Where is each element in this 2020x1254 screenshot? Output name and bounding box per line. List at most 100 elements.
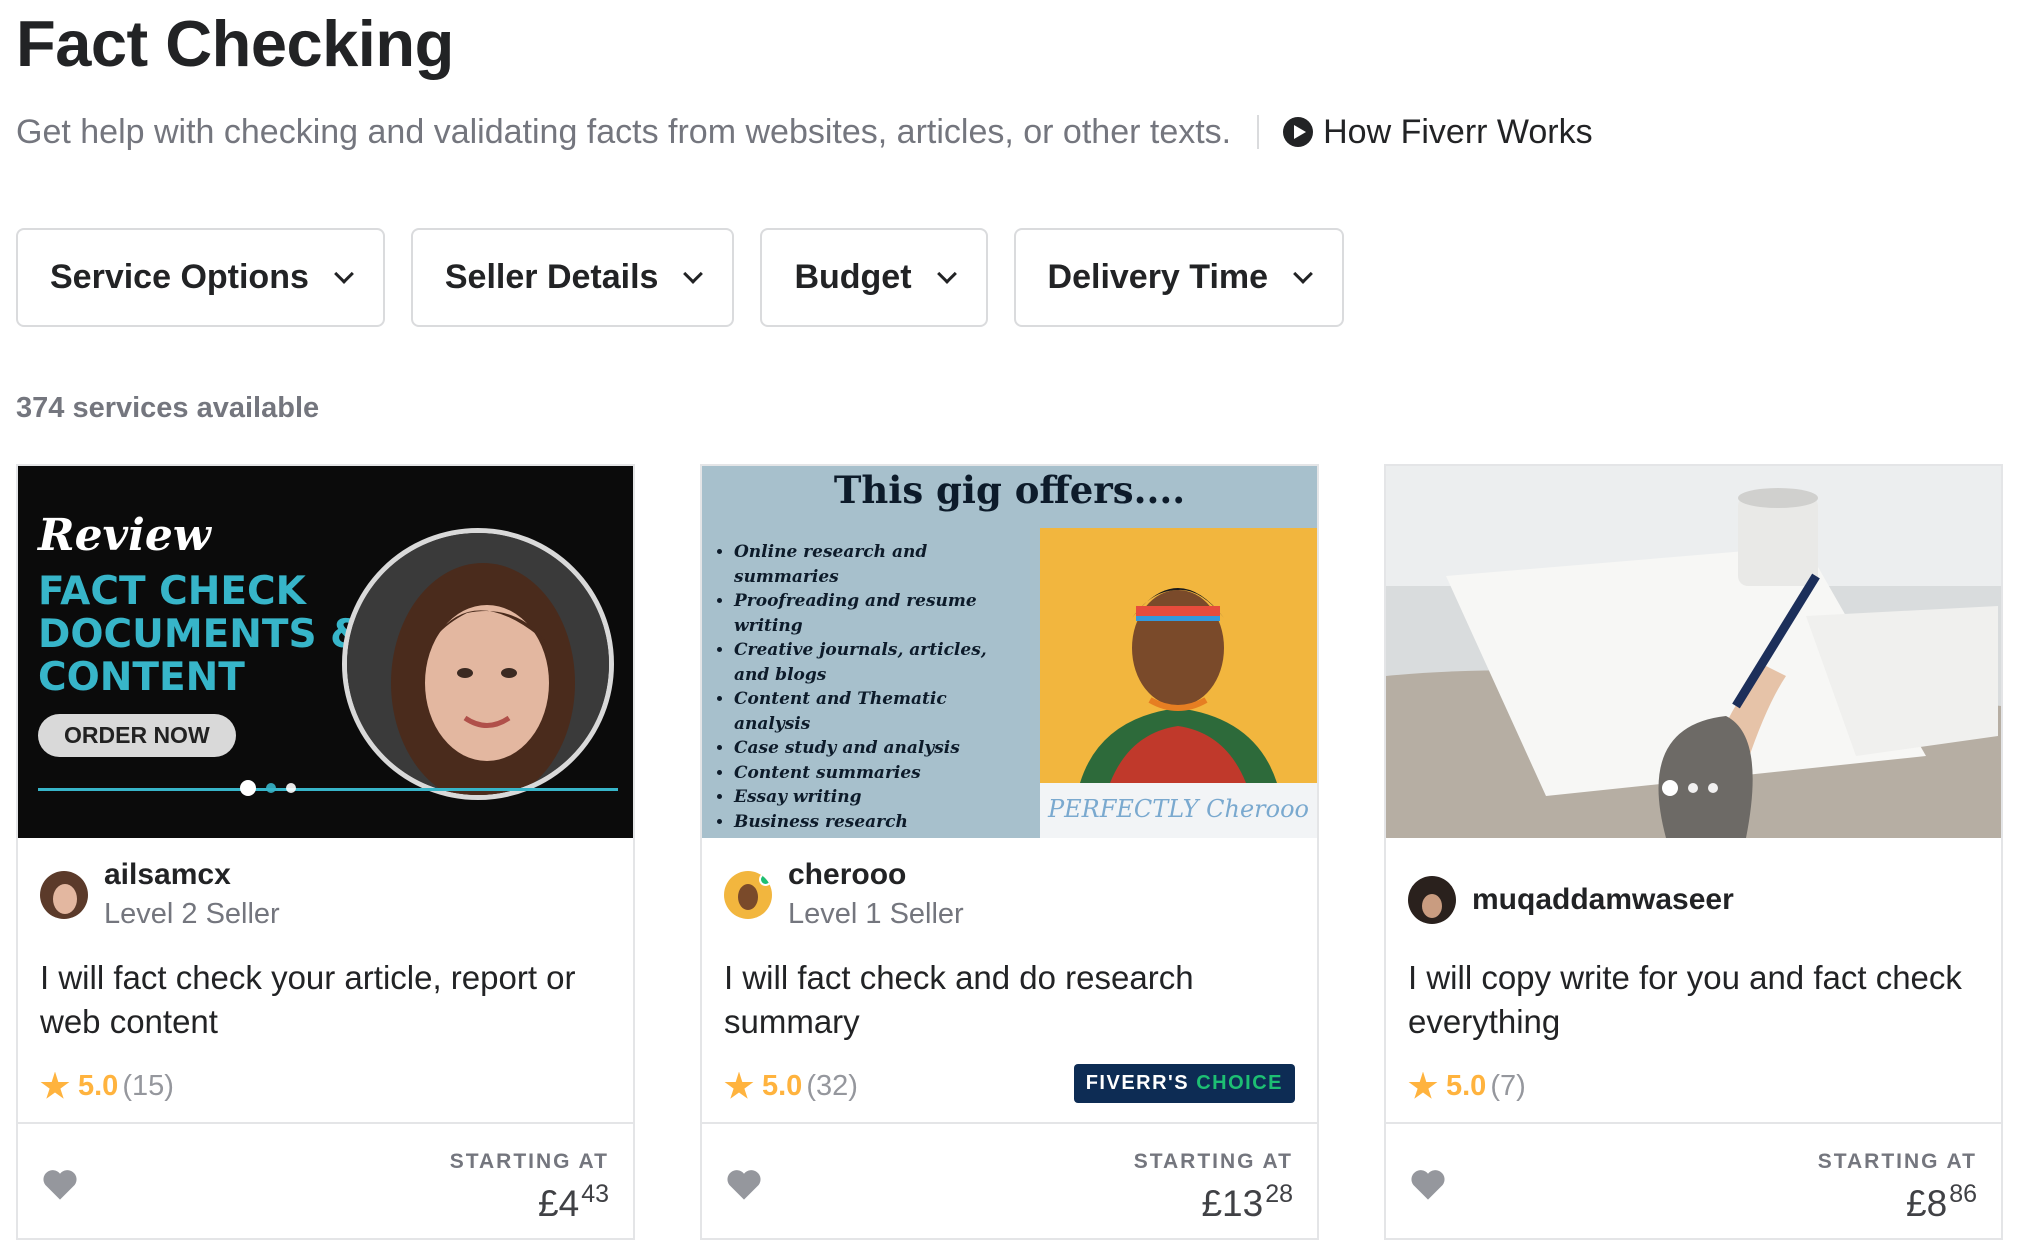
gig-title[interactable]: I will copy write for you and fact check…: [1408, 956, 1983, 1044]
offer-item: Content and Thematic analysis: [734, 687, 1022, 736]
service-options-filter[interactable]: Service Options: [16, 228, 385, 327]
headline-line: FACT CHECK: [38, 569, 306, 614]
price-cents: 28: [1265, 1180, 1293, 1208]
play-icon: [1283, 117, 1314, 147]
gig-card[interactable]: This gig offers.... Online research and …: [700, 464, 1319, 1240]
budget-filter[interactable]: Budget: [760, 228, 988, 327]
starting-at-label: STARTING AT: [449, 1150, 609, 1173]
decorative-wave: [38, 788, 618, 791]
fiverrs-choice-badge: FIVERR'S CHOICE: [1073, 1064, 1295, 1103]
gig-title[interactable]: I will fact check and do research summar…: [724, 956, 1299, 1044]
price-main: £4: [538, 1183, 580, 1224]
offer-item: Essay writing: [734, 785, 1022, 810]
avatar[interactable]: [724, 870, 772, 919]
carousel-dots[interactable]: [1662, 780, 1718, 796]
page-title: Fact Checking: [16, 7, 454, 80]
rating-value: 5.0: [78, 1070, 119, 1102]
gig-footer: STARTING AT £1328: [702, 1122, 1317, 1238]
offer-item: Content summaries: [734, 761, 1022, 786]
gig-card[interactable]: Review FACT CHECK DOCUMENTS & CONTENT OR…: [16, 464, 635, 1240]
subtitle-row: Get help with checking and validating fa…: [16, 108, 1593, 156]
filter-bar: Service Options Seller Details Budget De…: [16, 228, 1345, 327]
seller-name[interactable]: cherooo: [788, 858, 964, 892]
how-fiverr-works-link[interactable]: How Fiverr Works: [1283, 113, 1593, 152]
star-icon: [1408, 1071, 1438, 1099]
seller-info[interactable]: ailsamcx Level 2 Seller: [40, 858, 280, 931]
services-count: 374 services available: [16, 392, 320, 424]
review-count: (15): [122, 1070, 174, 1102]
chevron-down-icon: [333, 263, 354, 284]
badge-text: FIVERR'S: [1085, 1072, 1190, 1094]
offer-item: Online research and summaries: [734, 540, 1022, 589]
price-main: £8: [1906, 1183, 1948, 1224]
carousel-dot[interactable]: [240, 780, 256, 796]
gig-thumbnail[interactable]: Review FACT CHECK DOCUMENTS & CONTENT OR…: [18, 466, 633, 838]
gig-footer: STARTING AT £443: [18, 1122, 633, 1238]
carousel-dot[interactable]: [266, 783, 276, 793]
review-count: (7): [1490, 1070, 1526, 1102]
gig-thumbnail[interactable]: This gig offers.... Online research and …: [702, 466, 1317, 838]
seller-name[interactable]: ailsamcx: [104, 858, 280, 892]
review-count: (32): [806, 1070, 858, 1102]
gig-card[interactable]: muqaddamwaseer I will copy write for you…: [1384, 464, 2003, 1240]
seller-portrait: [342, 528, 614, 800]
avatar[interactable]: [1408, 876, 1456, 924]
heart-icon[interactable]: [726, 1168, 762, 1202]
carousel-dot[interactable]: [286, 783, 296, 793]
seller-photo: [1040, 528, 1317, 783]
heart-icon[interactable]: [42, 1168, 78, 1202]
online-status-dot: [759, 872, 772, 886]
chevron-down-icon: [1293, 263, 1313, 284]
thumbnail-logo: PERFECTLY Cherooo: [1040, 783, 1317, 838]
filter-label: Seller Details: [444, 258, 659, 296]
how-fiverr-works-label: How Fiverr Works: [1323, 112, 1593, 151]
divider: [1257, 115, 1260, 149]
thumbnail-review-text: Review: [38, 510, 211, 561]
seller-details-filter[interactable]: Seller Details: [410, 228, 735, 327]
badge-highlight: CHOICE: [1196, 1072, 1283, 1094]
chevron-down-icon: [683, 263, 704, 284]
offer-item: Proofreading and resume writing: [734, 589, 1022, 638]
thumbnail-offer-list: Online research and summaries Proofreadi…: [712, 540, 1022, 834]
thumbnail-heading: This gig offers....: [833, 468, 1186, 512]
carousel-dot[interactable]: [1688, 783, 1698, 793]
gig-rating: 5.0 (32): [724, 1070, 858, 1103]
starting-at-label: STARTING AT: [1133, 1150, 1293, 1173]
price-cents: 86: [1949, 1180, 1977, 1208]
seller-info[interactable]: cherooo Level 1 Seller: [724, 858, 964, 931]
rating-value: 5.0: [762, 1070, 803, 1102]
offer-item: Creative journals, articles, and blogs: [734, 638, 1022, 687]
thumbnail-order-now: ORDER NOW: [38, 714, 236, 757]
headline-line: CONTENT: [38, 655, 245, 700]
gig-price: £886: [1906, 1180, 1977, 1225]
gig-price: £1328: [1201, 1180, 1293, 1225]
rating-value: 5.0: [1446, 1070, 1487, 1102]
carousel-dots[interactable]: [240, 780, 296, 796]
filter-label: Service Options: [50, 258, 309, 296]
gig-rating: 5.0 (7): [1408, 1070, 1526, 1103]
carousel-dot[interactable]: [1662, 780, 1678, 796]
delivery-time-filter[interactable]: Delivery Time: [1013, 228, 1345, 327]
seller-level: Level 1 Seller: [788, 898, 964, 930]
price-main: £13: [1201, 1183, 1264, 1224]
headline-line: DOCUMENTS &: [38, 612, 365, 657]
gig-price: £443: [538, 1180, 609, 1225]
seller-name[interactable]: muqaddamwaseer: [1472, 883, 1734, 917]
gig-footer: STARTING AT £886: [1386, 1122, 2001, 1238]
price-cents: 43: [581, 1180, 609, 1208]
thumbnail-headline: FACT CHECK DOCUMENTS & CONTENT: [38, 570, 364, 699]
page-subtitle: Get help with checking and validating fa…: [16, 112, 1232, 151]
offer-item: Business research: [734, 810, 1022, 835]
gig-thumbnail[interactable]: [1386, 466, 2001, 838]
star-icon: [40, 1071, 70, 1099]
seller-info[interactable]: muqaddamwaseer: [1408, 876, 1734, 924]
seller-level: Level 2 Seller: [104, 898, 280, 930]
gig-title[interactable]: I will fact check your article, report o…: [40, 956, 615, 1044]
carousel-dot[interactable]: [1708, 783, 1718, 793]
avatar[interactable]: [40, 870, 88, 919]
heart-icon[interactable]: [1410, 1168, 1446, 1202]
chevron-down-icon: [936, 263, 957, 284]
gig-rating: 5.0 (15): [40, 1070, 174, 1103]
filter-label: Budget: [794, 258, 912, 296]
starting-at-label: STARTING AT: [1817, 1150, 1977, 1173]
